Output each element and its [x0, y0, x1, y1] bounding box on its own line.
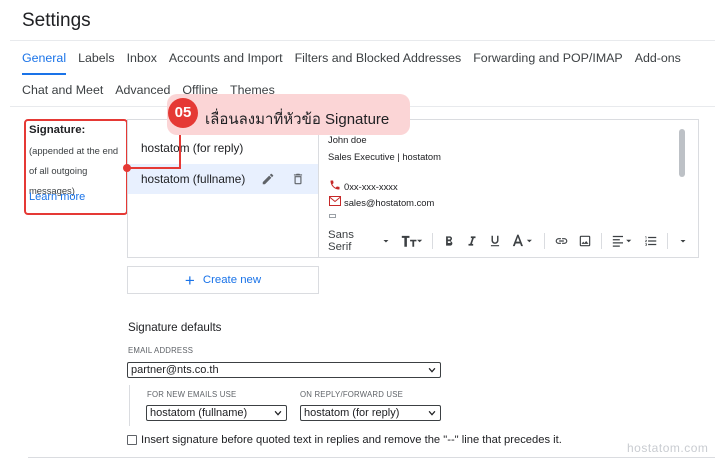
insert-signature-option: Insert signature before quoted text in r… [127, 434, 562, 446]
pencil-icon[interactable] [261, 172, 275, 186]
new-emails-label: FOR NEW EMAILS USE [147, 390, 237, 399]
create-new-signature-button[interactable]: + Create new [127, 266, 319, 294]
font-size-button[interactable] [401, 234, 423, 248]
more-formatting-button[interactable] [677, 235, 689, 247]
text-color-icon [512, 234, 532, 246]
editor-title-line: Sales Executive | hostatom [328, 151, 441, 162]
editor-email: sales@hostatom.com [344, 197, 435, 208]
underline-button[interactable] [488, 234, 502, 248]
insert-link-button[interactable] [554, 234, 569, 248]
signature-panel: hostatom (for reply) hostatom (fullname)… [127, 119, 699, 258]
editor-phone: 0xx-xxx-xxxx [344, 181, 398, 192]
signature-list: hostatom (for reply) hostatom (fullname) [128, 120, 319, 257]
signature-item-for-reply[interactable]: hostatom (for reply) [128, 133, 318, 163]
toolbar-divider [666, 232, 668, 249]
reply-forward-signature-select[interactable]: hostatom (for reply) [300, 405, 441, 421]
tab-inbox[interactable]: Inbox [127, 51, 157, 75]
toolbar-divider [432, 232, 434, 249]
new-emails-signature-value: hostatom (fullname) [150, 407, 248, 419]
editor-name-line: John doe [328, 134, 367, 145]
email-address-label: EMAIL ADDRESS [128, 346, 194, 355]
signature-defaults-heading: Signature defaults [128, 321, 222, 334]
annotation-step-number: 05 [168, 98, 198, 128]
reply-forward-label: ON REPLY/FORWARD USE [300, 390, 404, 399]
italic-button[interactable] [465, 234, 479, 248]
italic-icon [468, 235, 476, 246]
tab-advanced[interactable]: Advanced [115, 83, 170, 107]
settings-tabs-row-1: General Labels Inbox Accounts and Import… [22, 51, 693, 75]
text-color-button[interactable] [511, 234, 535, 248]
insert-signature-checkbox[interactable] [127, 435, 137, 445]
chevron-down-icon [680, 239, 686, 242]
align-button[interactable] [611, 234, 635, 248]
tab-add-ons[interactable]: Add-ons [635, 51, 681, 75]
numbered-list-icon [645, 235, 657, 246]
annotation-connector [128, 167, 180, 169]
editor-scrollbar[interactable] [679, 129, 685, 177]
insert-image-button[interactable] [578, 234, 592, 248]
align-left-icon [612, 235, 632, 247]
tab-forwarding-and-pop-imap[interactable]: Forwarding and POP/IMAP [473, 51, 622, 75]
font-family-select[interactable]: Sans Serif [328, 229, 392, 253]
page-title: Settings [22, 10, 91, 31]
signature-item-label: hostatom (for reply) [141, 141, 244, 155]
toolbar-divider [544, 232, 545, 249]
numbered-list-button[interactable] [644, 234, 658, 248]
trash-icon[interactable] [291, 172, 305, 186]
annotation-callout-text: เลื่อนลงมาที่หัวข้อ Signature [205, 111, 390, 128]
signature-item-label: hostatom (fullname) [141, 172, 246, 186]
email-address-select[interactable]: partner@nts.co.th [127, 362, 441, 378]
tab-general[interactable]: General [22, 51, 67, 75]
bold-button[interactable] [442, 234, 456, 248]
tab-filters-and-blocked-addresses[interactable]: Filters and Blocked Addresses [295, 51, 462, 75]
email-address-value: partner@nts.co.th [131, 364, 219, 376]
image-icon [579, 235, 591, 246]
mail-icon [329, 196, 341, 206]
editor-toolbar: Sans Serif [320, 224, 698, 257]
chevron-down-icon [428, 367, 436, 373]
new-emails-signature-select[interactable]: hostatom (fullname) [146, 405, 287, 421]
bold-icon [446, 235, 453, 246]
create-new-label: Create new [202, 274, 262, 286]
underline-icon [490, 235, 500, 246]
defaults-indent-line [129, 385, 130, 426]
insert-signature-label: Insert signature before quoted text in r… [141, 434, 562, 446]
learn-more-link[interactable]: Learn more [29, 191, 85, 203]
annotation-dot [123, 164, 131, 172]
plus-icon: + [184, 270, 195, 290]
chevron-down-icon [428, 410, 436, 416]
bottom-divider [28, 457, 715, 458]
text-size-icon [401, 235, 423, 247]
phone-icon [330, 180, 340, 190]
tab-accounts-and-import[interactable]: Accounts and Import [169, 51, 283, 75]
watermark: hostatom.com [627, 441, 709, 455]
tab-chat-and-meet[interactable]: Chat and Meet [22, 83, 103, 107]
link-icon [555, 237, 568, 244]
reply-forward-signature-value: hostatom (for reply) [304, 407, 400, 419]
tab-labels[interactable]: Labels [78, 51, 115, 75]
chevron-down-icon [274, 410, 282, 416]
signature-editor[interactable]: John doe Sales Executive | hostatom 0xx-… [320, 120, 698, 257]
chevron-down-icon [383, 239, 389, 242]
toolbar-divider [601, 232, 602, 249]
header-divider [10, 40, 715, 41]
signature-heading: Signature: [29, 124, 86, 136]
editor-image-placeholder [329, 214, 336, 218]
